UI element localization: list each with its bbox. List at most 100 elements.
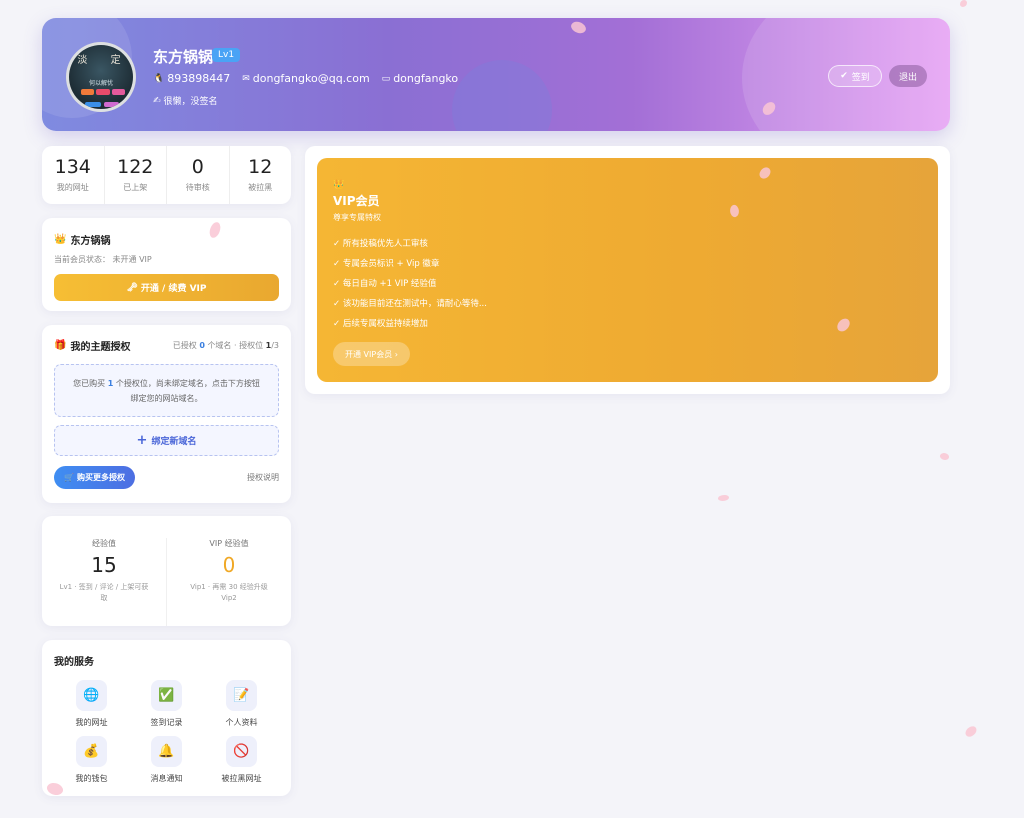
notice-pre: 您已购买 [73,379,106,388]
vip-panel: 👑 VIP会员 尊享专属特权 ✓ 所有投稿优先人工审核 ✓ 专属会员标识 + V… [317,158,938,382]
vip-exp-value: 0 [222,553,236,577]
stat-my-urls[interactable]: 134 我的网址 [42,146,105,204]
service-label: 我的网址 [75,718,108,727]
profile-edit-icon: 📝 [226,680,257,711]
key-icon: 🗝 [126,282,138,293]
buy-license-label: 购买更多授权 [76,473,125,482]
crown-icon: 👑 [333,180,345,190]
member-title: 👑 东方锅锅 [54,232,279,247]
stats-card: 134 我的网址 122 已上架 0 待审核 12 被拉黑 [42,146,291,204]
petal-decoration [938,451,951,462]
open-vip-label: 开通 / 续费 VIP [140,284,207,294]
petal-decoration [960,0,967,7]
vip-benefit-item: ✓ 后续专属权益持续增加 [333,319,428,329]
cart-icon: 🛒 [64,473,74,482]
stat-label: 待审核 [185,183,210,192]
vip-benefit-item: ✓ 所有投稿优先人工审核 [333,239,428,249]
auth-summary-prefix: 已授权 [172,341,197,350]
stat-label: 被拉黑 [248,183,273,192]
pen-icon: ✍ [153,95,161,106]
service-label: 被拉黑网址 [221,774,262,783]
penguin-icon: 🐧 [153,73,165,84]
auth-summary: 已授权 0 个域名 · 授权位 1/3 [173,340,279,351]
service-checkin-records[interactable]: ✅ 签到记录 [129,680,204,728]
avatar[interactable]: 淡 定 何以解忧 [66,42,136,112]
money-bag-icon: 💰 [76,736,107,767]
member-status: 当前会员状态： 未开通 VIP [54,255,152,264]
auth-summary-mid: 个域名 · 授权位 [207,341,264,350]
signature: ✍ 很懒，没签名 [153,94,218,108]
checkmark-icon: ✅ [151,680,182,711]
experience-card: 经验值 15 Lv1 · 签到 / 评论 / 上架可获取 VIP 经验值 0 V… [42,516,291,626]
stat-num: 12 [248,156,273,178]
profile-header: 淡 定 何以解忧 东方锅锅 Lv1 🐧 893898447 ✉ dongfang… [42,18,950,131]
service-profile[interactable]: 📝 个人资料 [204,680,279,728]
qq-number: 893898447 [167,72,231,85]
vip-exp-label: VIP 经验值 [209,539,249,548]
bind-domain-button[interactable]: + 绑定新域名 [54,425,279,456]
vip-exp-column: VIP 经验值 0 Vip1 · 再需 30 经验升级 Vip2 [167,538,291,626]
vip-subtitle: 尊享专属特权 [333,213,381,222]
check-circle-icon: ✔ [840,71,848,81]
service-label: 消息通知 [150,774,183,783]
petal-decoration [718,495,729,501]
vip-benefit-item: ✓ 每日自动 +1 VIP 经验值 [333,279,437,289]
stat-num: 0 [191,156,204,178]
vip-title: VIP会员 [333,194,380,208]
avatar-bottom [85,102,119,107]
stat-pending[interactable]: 0 待审核 [167,146,230,204]
gift-icon: 🎁 [54,340,67,351]
qq-info: 🐧 893898447 [153,72,230,85]
stat-blocked[interactable]: 12 被拉黑 [230,146,292,204]
avatar-badges [81,89,125,95]
prohibited-icon: 🚫 [226,736,257,767]
bell-icon: 🔔 [151,736,182,767]
contact-info: 🐧 893898447 ✉ dongfangko@qq.com ▭ dongfa… [153,72,458,85]
stat-label: 我的网址 [56,183,89,192]
notice-num: 1 [107,379,114,388]
exp-label: 经验值 [92,539,116,548]
services-title: 我的服务 [54,657,94,668]
service-label: 个人资料 [225,718,258,727]
theme-auth-card: 🎁 我的主题授权 已授权 0 个域名 · 授权位 1/3 您已购买 1 个授权位… [42,325,291,503]
notice-post: 个授权位，尚未绑定域名，点击下方按钮 [115,379,260,388]
service-my-urls[interactable]: 🌐 我的网址 [54,680,129,728]
stat-listed[interactable]: 122 已上架 [105,146,167,204]
vip-benefit-item: ✓ 专属会员标识 + Vip 徽章 [333,259,440,269]
exp-desc: Lv1 · 签到 / 评论 / 上架可获取 [59,583,149,602]
email-text: dongfangko@qq.com [252,72,370,85]
vip-panel-card: 👑 VIP会员 尊享专属特权 ✓ 所有投稿优先人工审核 ✓ 专属会员标识 + V… [305,146,950,394]
username: 东方锅锅 [153,48,214,66]
service-notifications[interactable]: 🔔 消息通知 [129,736,204,784]
services-card: 我的服务 🌐 我的网址 ✅ 签到记录 📝 个人资料 💰 我的钱包 🔔 消息通知 … [42,640,291,796]
stat-num: 134 [54,156,91,178]
crown-icon: 👑 [54,234,67,245]
exp-column: 经验值 15 Lv1 · 签到 / 评论 / 上架可获取 [42,538,167,626]
level-badge: Lv1 [212,48,241,62]
auth-notice: 您已购买 1 个授权位，尚未绑定域名，点击下方按钮 绑定您的网站域名。 [54,364,279,417]
stat-label: 已上架 [123,183,148,192]
globe-icon: 🌐 [76,680,107,711]
buy-license-button[interactable]: 🛒 购买更多授权 [54,466,135,489]
service-wallet[interactable]: 💰 我的钱包 [54,736,129,784]
site-text: dongfangko [393,72,459,85]
sign-in-label: 签到 [851,72,870,83]
logout-button[interactable]: 退出 [889,65,927,87]
open-vip-button[interactable]: 🗝 开通 / 续费 VIP [54,274,279,301]
service-label: 签到记录 [150,718,183,727]
petal-decoration [963,724,979,739]
vip-benefits: ✓ 所有投稿优先人工审核 ✓ 专属会员标识 + Vip 徽章 ✓ 每日自动 +1… [333,237,922,329]
theme-auth-title-text: 我的主题授权 [70,342,131,353]
bind-domain-label: 绑定新域名 [151,437,197,447]
notice-line2: 绑定您的网站域名。 [130,394,203,403]
vip-benefit-item: ✓ 该功能目前还在测试中，请耐心等待... [333,299,487,309]
service-label: 我的钱包 [75,774,108,783]
member-name: 东方锅锅 [70,236,111,247]
email-info: ✉ dongfangko@qq.com [242,72,369,85]
sign-in-button[interactable]: ✔ 签到 [828,65,882,87]
exp-value: 15 [91,553,117,577]
service-blocked-urls[interactable]: 🚫 被拉黑网址 [204,736,279,784]
mail-icon: ✉ [242,73,250,84]
open-vip-member-button[interactable]: 开通 VIP会员 › [333,342,410,366]
license-doc-link[interactable]: 授权说明 [247,472,279,483]
